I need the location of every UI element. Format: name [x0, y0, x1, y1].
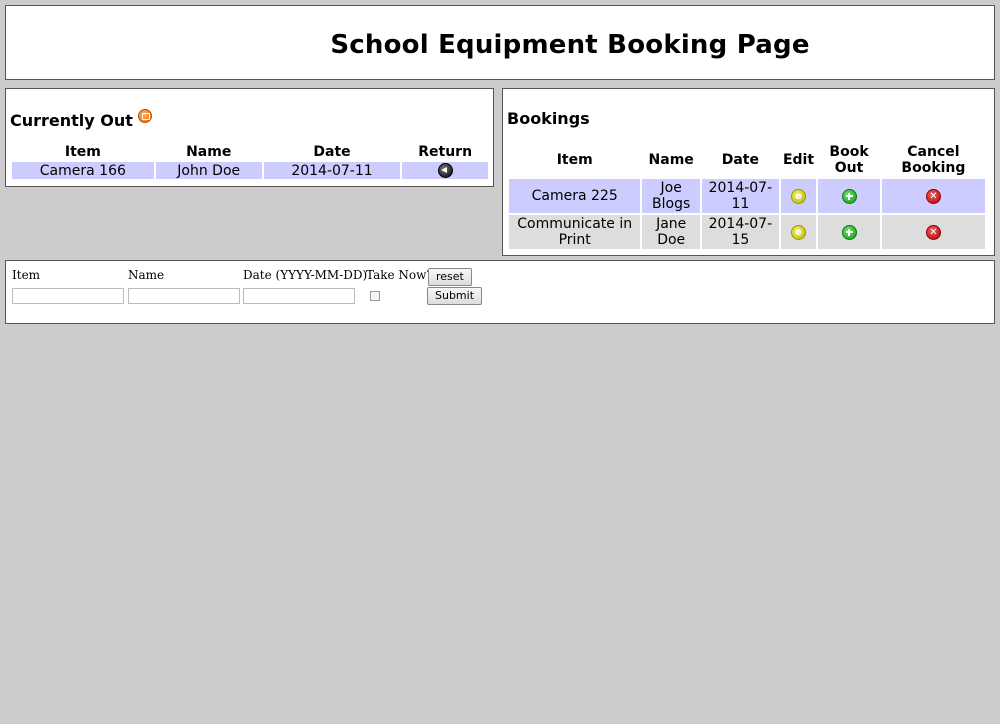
- cell-date: 2014-07-11: [701, 179, 779, 213]
- rss-feed-icon[interactable]: [137, 109, 152, 123]
- column-header-item: Item: [64, 143, 101, 160]
- cell-edit: e: [780, 179, 817, 213]
- edit-icon[interactable]: e: [790, 224, 806, 240]
- column-header-return: Return: [418, 143, 473, 160]
- take-now-label: Take Now?: [366, 268, 433, 282]
- item-input[interactable]: [12, 288, 124, 304]
- edit-icon[interactable]: e: [790, 188, 806, 204]
- page-header: School Equipment Booking Page: [5, 5, 995, 80]
- column-header-cancel-booking: Cancel Booking: [901, 144, 966, 176]
- cell-book-out: [818, 179, 880, 213]
- currently-out-title: Currently Out: [10, 111, 133, 130]
- table-row: Communicate in Print Jane Doe 2014-07-15…: [509, 215, 985, 249]
- cell-return: [402, 162, 488, 179]
- take-now-checkbox[interactable]: [370, 291, 380, 301]
- cell-item: Camera 166: [12, 162, 154, 179]
- column-header-edit: Edit: [782, 152, 815, 168]
- bookings-title: Bookings: [507, 109, 590, 128]
- table-header-row: Item Name Date Edit Book Out Cancel Book…: [509, 143, 985, 177]
- book-out-icon[interactable]: [841, 188, 857, 204]
- reset-button[interactable]: reset: [428, 268, 472, 286]
- cell-name: John Doe: [155, 162, 262, 179]
- cell-name: Jane Doe: [642, 215, 700, 249]
- column-header-name: Name: [186, 143, 232, 160]
- bookings-table: Item Name Date Edit Book Out Cancel Book…: [507, 141, 987, 251]
- date-label: Date (YYYY-MM-DD): [243, 268, 368, 282]
- item-label: Item: [12, 268, 41, 282]
- return-arrow-icon[interactable]: [437, 163, 453, 178]
- currently-out-heading: Currently Out: [10, 109, 152, 130]
- cell-cancel: ✕: [881, 215, 985, 249]
- cell-name: Joe Blogs: [642, 179, 700, 213]
- submit-button[interactable]: Submit: [427, 287, 483, 305]
- cell-book-out: [818, 215, 880, 249]
- column-header-name: Name: [648, 152, 694, 168]
- cell-item: Communicate in Print: [509, 215, 641, 249]
- page-title: School Equipment Booking Page: [330, 30, 810, 60]
- cell-edit: e: [780, 215, 817, 249]
- cell-date: 2014-07-15: [701, 215, 779, 249]
- name-input[interactable]: [128, 288, 240, 304]
- column-header-date: Date: [313, 143, 351, 160]
- table-row: Camera 225 Joe Blogs 2014-07-11 e ✕: [509, 179, 985, 213]
- bookings-panel: Bookings Item Name Date Edit Book Out Ca…: [502, 88, 995, 256]
- name-label: Name: [128, 268, 165, 282]
- book-out-icon[interactable]: [841, 224, 857, 240]
- date-input[interactable]: [243, 288, 355, 304]
- column-header-date: Date: [721, 152, 759, 168]
- booking-form-panel: Item Name Date (YYYY-MM-DD) Take Now? re…: [5, 260, 995, 324]
- column-header-item: Item: [556, 152, 593, 168]
- column-header-book-out: Book Out: [829, 144, 869, 176]
- cancel-icon[interactable]: ✕: [925, 188, 941, 204]
- cell-date: 2014-07-11: [263, 162, 401, 179]
- table-header-row: Item Name Date Return: [12, 143, 488, 160]
- cell-cancel: ✕: [881, 179, 985, 213]
- cancel-icon[interactable]: ✕: [925, 224, 941, 240]
- currently-out-table: Item Name Date Return Camera 166 John Do…: [10, 141, 490, 181]
- cell-item: Camera 225: [509, 179, 641, 213]
- currently-out-panel: Currently Out Item Name Date Return Came…: [5, 88, 494, 187]
- table-row: Camera 166 John Doe 2014-07-11: [12, 162, 488, 179]
